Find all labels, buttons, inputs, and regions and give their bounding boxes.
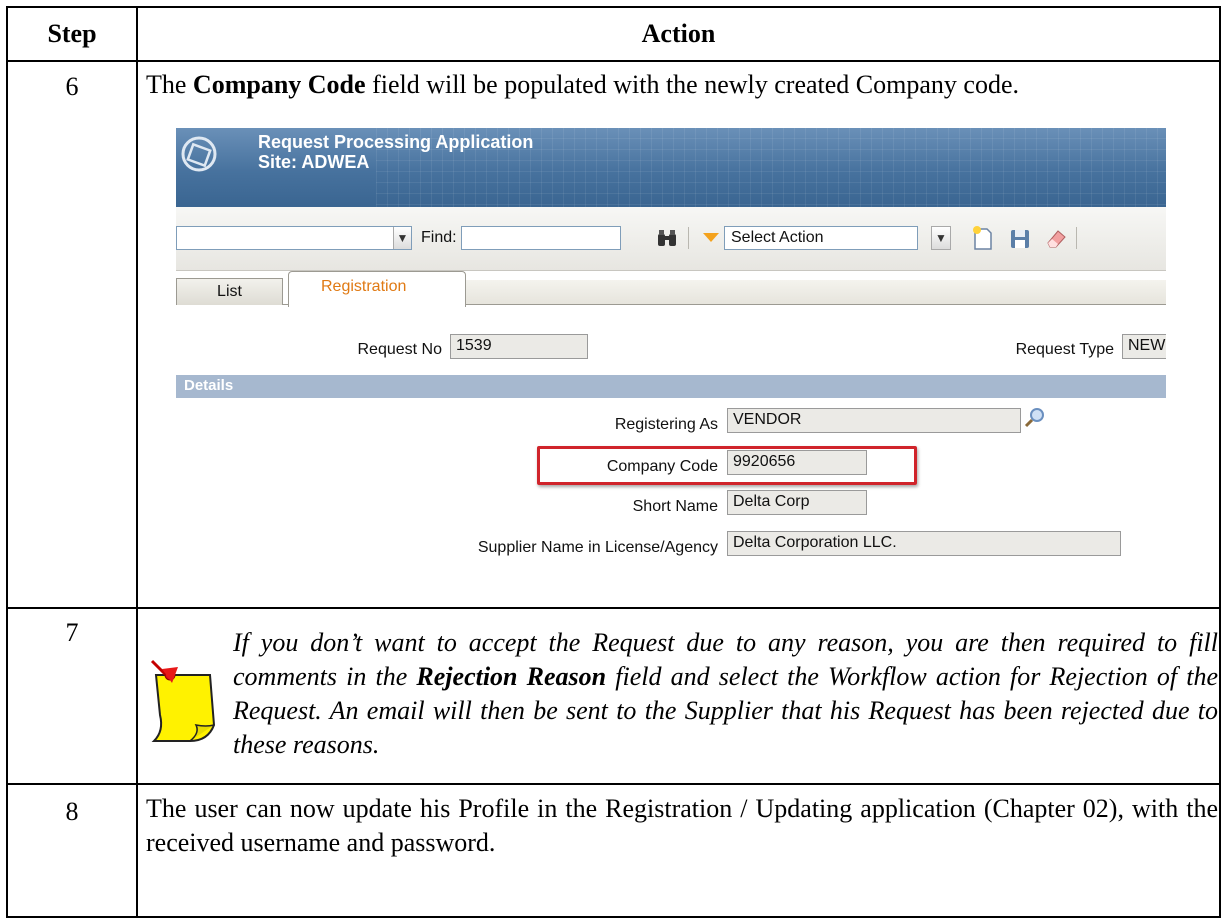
toolbar-separator xyxy=(688,227,689,249)
step-number-7: 7 xyxy=(65,618,79,647)
chevron-down-icon[interactable]: ▼ xyxy=(393,227,411,249)
registering-as-field[interactable]: VENDOR xyxy=(727,408,1021,433)
supplier-name-field[interactable]: Delta Corporation LLC. xyxy=(727,531,1121,556)
app-title: Request Processing Application xyxy=(258,132,534,152)
request-type-field[interactable]: NEW xyxy=(1122,334,1166,359)
chevron-down-icon[interactable]: ▼ xyxy=(931,226,951,250)
step-6-text-bold: Company Code xyxy=(192,70,366,99)
registering-as-label: Registering As xyxy=(614,416,718,433)
save-icon[interactable] xyxy=(1008,225,1032,251)
request-no-label: Request No xyxy=(357,341,443,358)
app-header: Request Processing Application Site: ADW… xyxy=(176,128,1166,207)
row-divider xyxy=(8,607,1219,609)
step-number-6: 6 xyxy=(65,72,79,101)
search-icon[interactable] xyxy=(1024,407,1046,429)
details-label: Details xyxy=(184,377,234,394)
row-divider xyxy=(8,783,1219,785)
tab-registration[interactable]: Registration xyxy=(288,271,466,307)
row-divider xyxy=(8,60,1219,62)
tab-list[interactable]: List xyxy=(176,278,283,305)
view-select[interactable]: ▼ xyxy=(176,226,412,250)
toolbar: ▼ Find: Select Action ▼ xyxy=(176,207,1166,271)
note-pin-icon xyxy=(150,659,216,742)
toolbar-separator xyxy=(1076,227,1077,249)
tab-bar: List Registration xyxy=(176,271,1166,307)
supplier-name-label: Supplier Name in License/Agency xyxy=(477,539,718,556)
select-action-dropdown[interactable]: Select Action xyxy=(724,226,918,250)
request-type-label: Request Type xyxy=(1015,341,1114,358)
app-logo-icon xyxy=(181,136,217,172)
request-no-field[interactable]: 1539 xyxy=(450,334,588,359)
short-name-field[interactable]: Delta Corp xyxy=(727,490,867,515)
app-site: Site: ADWEA xyxy=(258,152,370,172)
filter-arrow-icon[interactable] xyxy=(703,233,719,242)
step-7-note-bold: Rejection Reason xyxy=(416,662,607,691)
binoculars-icon[interactable] xyxy=(656,228,678,248)
step-6-text-before: The xyxy=(146,70,193,99)
step-8-text: The user can now update his Profile in t… xyxy=(146,794,1218,857)
step-6-text: The Company Code field will be populated… xyxy=(146,68,1019,102)
action-column-header: Action xyxy=(641,19,716,48)
eraser-icon[interactable] xyxy=(1044,225,1068,251)
step-7-note-text: If you don’t want to accept the Request … xyxy=(233,626,1218,762)
find-input[interactable] xyxy=(461,226,621,250)
app-screenshot: Request Processing Application Site: ADW… xyxy=(176,128,1166,568)
step-column-header: Step xyxy=(47,19,97,48)
short-name-label: Short Name xyxy=(632,498,718,515)
new-record-icon[interactable] xyxy=(971,225,995,251)
highlight-box xyxy=(537,446,917,485)
find-label: Find: xyxy=(421,229,457,246)
details-section-header: Details xyxy=(176,375,1166,398)
column-divider xyxy=(136,8,138,916)
step-6-text-after: field will be populated with the newly c… xyxy=(365,70,1019,99)
step-number-8: 8 xyxy=(65,797,79,826)
